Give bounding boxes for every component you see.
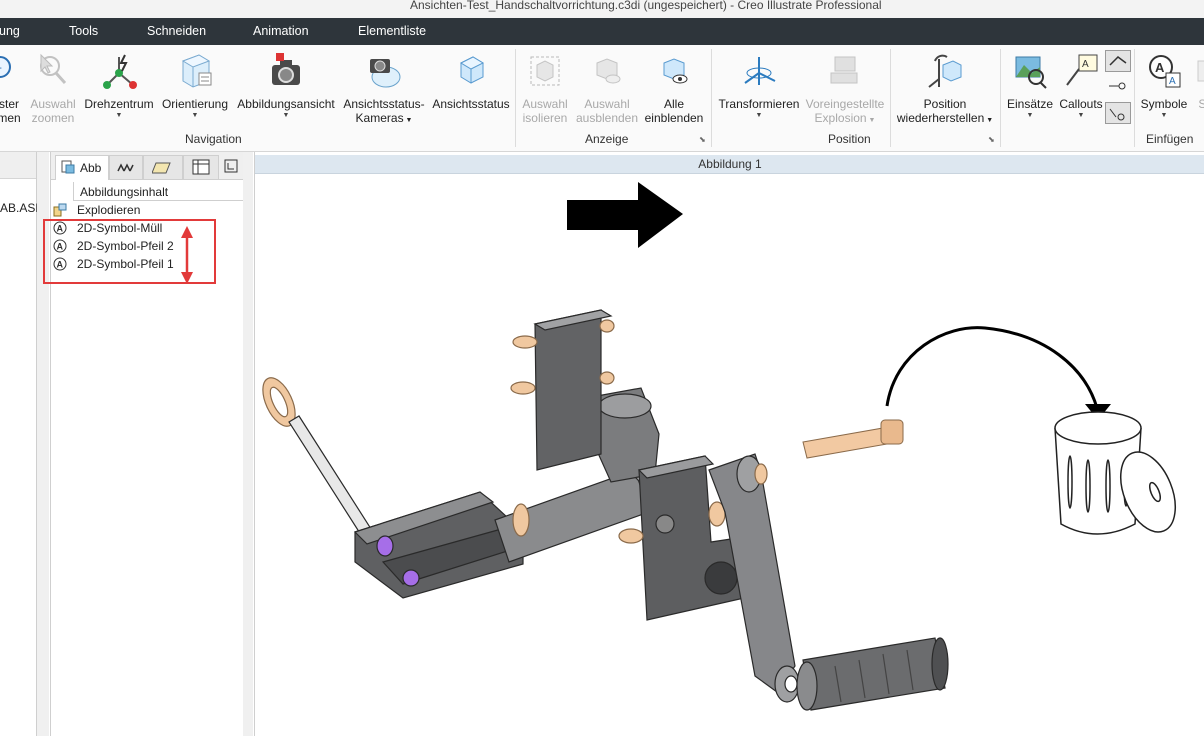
layers-icon: [152, 162, 171, 174]
show-all-icon: [663, 58, 688, 84]
leader-circle-button[interactable]: [1105, 102, 1131, 124]
menu-item-ansicht[interactable]: ung: [0, 18, 20, 45]
figure-icon: [61, 160, 75, 174]
preset-explosion-icon: [830, 56, 858, 84]
group-label-anzeige: Anzeige: [585, 132, 629, 146]
menu-item-tools[interactable]: Tools: [69, 18, 98, 45]
chevron-down-icon: ▼: [191, 112, 199, 119]
hide-selection-button[interactable]: Auswahl ausblenden: [575, 51, 639, 125]
show-all-button[interactable]: Alle einblenden: [644, 51, 704, 125]
group-separator: [711, 49, 712, 147]
svg-text:A: A: [1082, 59, 1089, 70]
tab-layers[interactable]: [143, 155, 183, 179]
svg-text:A: A: [1155, 60, 1165, 75]
chevron-down-icon: ▼: [755, 112, 763, 119]
group-separator: [1000, 49, 1001, 147]
model-tree-panel: AB.ASM: [0, 152, 45, 736]
preset-explosion-button[interactable]: Voreingestellte Explosion ▼: [804, 51, 886, 128]
screw-part: [802, 419, 904, 459]
leader-dot-icon: [1109, 82, 1126, 90]
leader-style-button[interactable]: [1105, 50, 1131, 72]
zoom-selection-button[interactable]: Auswahl zoomen: [28, 51, 78, 125]
sequence-icon: [117, 163, 134, 172]
partial-icon: [1197, 60, 1204, 82]
tab-label: Abb: [80, 161, 102, 175]
panel-splitter[interactable]: [243, 152, 253, 736]
explode-icon: [53, 203, 67, 217]
arrow-right-symbol: [567, 182, 683, 248]
callouts-icon: A: [1066, 54, 1098, 86]
menu-item-elementliste[interactable]: Elementliste: [358, 18, 426, 45]
leader-arrow-icon: [1109, 56, 1127, 66]
chevron-down-icon: ▼: [282, 112, 290, 119]
chevron-down-icon: ▼: [1077, 112, 1085, 119]
group-separator: [515, 49, 516, 147]
curved-arrow-symbol: [885, 326, 1099, 409]
column-header[interactable]: Abbildungsinhalt: [73, 182, 244, 201]
panel-header: [0, 152, 36, 179]
chevron-down-icon: ▼: [1026, 112, 1034, 119]
zoom-button[interactable]: + ster men: [0, 51, 24, 125]
view-state-cube-icon: [459, 56, 485, 84]
ribbon: + ster men Auswahl zoomen Drehzentrum ▼: [0, 45, 1204, 152]
tab-abbildung[interactable]: Abb: [55, 155, 109, 180]
group-label-einfuegen: Einfügen: [1146, 132, 1194, 146]
isolate-icon: [530, 56, 560, 86]
figure-view-button[interactable]: Abbildungsansicht ▼: [236, 51, 336, 121]
leader-circle-icon: [1109, 108, 1125, 121]
callouts-button[interactable]: A Callouts ▼: [1058, 51, 1104, 121]
symbols-button[interactable]: A A Symbole ▼: [1138, 51, 1190, 121]
spin-center-button[interactable]: Drehzentrum ▼: [84, 51, 154, 121]
group-separator: [890, 49, 891, 147]
mechanism-assembly: [262, 309, 949, 711]
view-state-button[interactable]: Ansichtsstatus: [431, 51, 511, 111]
spin-center-icon: [103, 54, 137, 89]
svg-text:+: +: [0, 61, 2, 75]
table-icon: [192, 159, 210, 175]
menu-item-animation[interactable]: Animation: [253, 18, 309, 45]
inserts-icon: [1015, 56, 1047, 89]
hide-icon: [596, 58, 621, 84]
group-separator: [1134, 49, 1135, 147]
orientation-button[interactable]: Orientierung ▼: [160, 51, 230, 121]
restore-position-icon: [928, 54, 962, 88]
dialog-launcher-icon[interactable]: ⬊: [699, 136, 707, 144]
chevron-down-icon: ▼: [1160, 112, 1168, 119]
graphics-viewport[interactable]: Abbildung 1: [254, 152, 1204, 736]
menu-bar: ung Tools Schneiden Animation Elementlis…: [0, 18, 1204, 45]
trash-bin-symbol: [1054, 411, 1177, 535]
window-title: Ansichten-Test_Handschaltvorrichtung.c3d…: [410, 0, 882, 12]
chevron-down-icon: ▼: [115, 112, 123, 119]
leader-dot-button[interactable]: [1105, 76, 1129, 96]
panel-pin-icon[interactable]: [223, 158, 239, 174]
tab-sequence[interactable]: [109, 155, 143, 179]
panel-tabs: Abb: [51, 152, 243, 180]
highlight-box: [43, 219, 216, 284]
menu-item-schneiden[interactable]: Schneiden: [147, 18, 206, 45]
symbols-icon: A A: [1149, 55, 1181, 88]
tab-bom[interactable]: [183, 155, 219, 179]
group-label-navigation: Navigation: [185, 132, 242, 146]
window-titlebar: Ansichten-Test_Handschaltvorrichtung.c3d…: [0, 0, 1204, 18]
restore-position-button[interactable]: Position wiederherstellen ▼: [896, 51, 994, 128]
transform-button[interactable]: Transformieren ▼: [718, 51, 800, 121]
zoom-selection-icon: [40, 53, 67, 85]
3d-scene[interactable]: [255, 152, 1204, 736]
isolate-selection-button[interactable]: Auswahl isolieren: [520, 51, 570, 125]
group-label-position: Position: [828, 132, 871, 146]
partial-button[interactable]: St: [1194, 51, 1204, 111]
camera-icon: [272, 53, 300, 85]
svg-text:A: A: [1169, 76, 1176, 87]
inserts-button[interactable]: Einsätze ▼: [1006, 51, 1054, 121]
view-state-cameras-button[interactable]: Ansichtsstatus- Kameras ▼: [343, 51, 425, 128]
camera-globe-icon: [370, 59, 401, 88]
dialog-launcher-icon[interactable]: ⬊: [988, 136, 996, 144]
orientation-cube-icon: [181, 54, 212, 88]
transform-icon: [744, 57, 776, 85]
